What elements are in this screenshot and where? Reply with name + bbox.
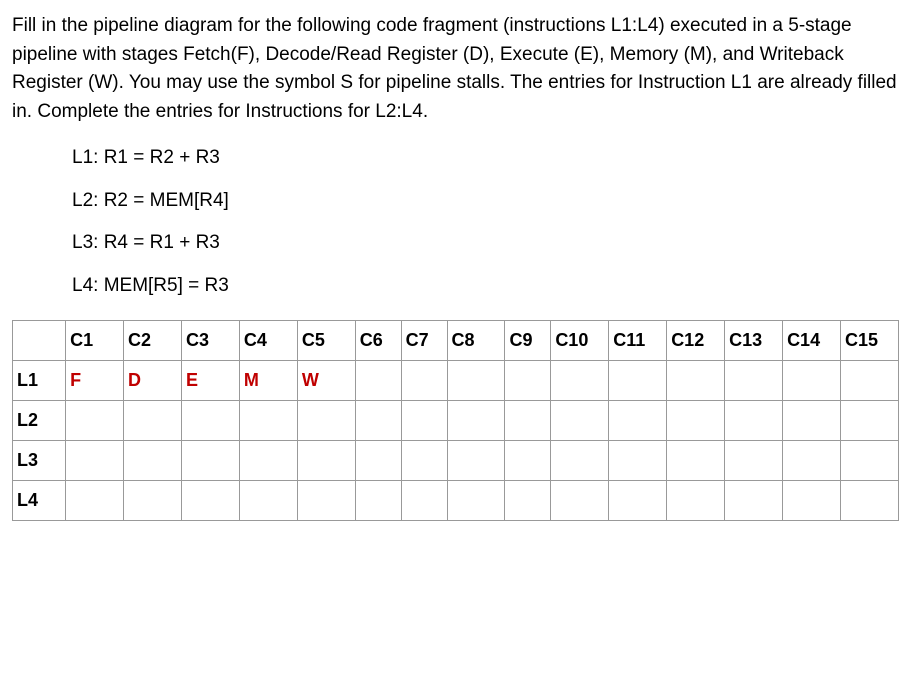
cell xyxy=(297,481,355,521)
cell xyxy=(124,441,182,481)
cell xyxy=(401,401,447,441)
cell xyxy=(841,401,899,441)
table-header-row: C1 C2 C3 C4 C5 C6 C7 C8 C9 C10 C11 C12 C… xyxy=(13,321,899,361)
cell xyxy=(66,401,124,441)
cell xyxy=(66,441,124,481)
cell xyxy=(667,481,725,521)
code-line-l3: L3: R4 = R1 + R3 xyxy=(72,229,899,258)
table-row: L2 xyxy=(13,401,899,441)
cell xyxy=(609,361,667,401)
col-header: C6 xyxy=(355,321,401,361)
cell xyxy=(609,401,667,441)
cell xyxy=(783,441,841,481)
col-header: C3 xyxy=(181,321,239,361)
cell xyxy=(401,481,447,521)
cell xyxy=(297,441,355,481)
cell xyxy=(124,401,182,441)
cell xyxy=(667,401,725,441)
col-header: C11 xyxy=(609,321,667,361)
cell xyxy=(355,401,401,441)
cell xyxy=(181,481,239,521)
cell xyxy=(783,361,841,401)
row-label: L1 xyxy=(13,361,66,401)
cell xyxy=(505,481,551,521)
col-header: C1 xyxy=(66,321,124,361)
col-header: C4 xyxy=(239,321,297,361)
col-header: C8 xyxy=(447,321,505,361)
col-header: C9 xyxy=(505,321,551,361)
cell xyxy=(783,401,841,441)
col-header: C14 xyxy=(783,321,841,361)
cell xyxy=(447,361,505,401)
cell xyxy=(447,401,505,441)
cell xyxy=(505,361,551,401)
code-line-l4: L4: MEM[R5] = R3 xyxy=(72,272,899,301)
cell xyxy=(505,401,551,441)
row-label: L3 xyxy=(13,441,66,481)
cell xyxy=(551,361,609,401)
cell xyxy=(609,441,667,481)
cell xyxy=(181,401,239,441)
cell xyxy=(841,441,899,481)
problem-intro: Fill in the pipeline diagram for the fol… xyxy=(12,12,899,126)
code-line-l1: L1: R1 = R2 + R3 xyxy=(72,144,899,173)
table-row: L1 F D E M W xyxy=(13,361,899,401)
table-row: L4 xyxy=(13,481,899,521)
cell xyxy=(447,481,505,521)
col-header: C10 xyxy=(551,321,609,361)
row-label: L4 xyxy=(13,481,66,521)
cell xyxy=(355,481,401,521)
code-block: L1: R1 = R2 + R3 L2: R2 = MEM[R4] L3: R4… xyxy=(72,144,899,300)
col-header: C15 xyxy=(841,321,899,361)
cell xyxy=(447,441,505,481)
cell xyxy=(841,361,899,401)
col-header: C7 xyxy=(401,321,447,361)
cell: E xyxy=(181,361,239,401)
col-header: C13 xyxy=(725,321,783,361)
cell: M xyxy=(239,361,297,401)
cell xyxy=(401,441,447,481)
pipeline-table: C1 C2 C3 C4 C5 C6 C7 C8 C9 C10 C11 C12 C… xyxy=(12,320,899,521)
cell xyxy=(725,401,783,441)
table-corner xyxy=(13,321,66,361)
cell: F xyxy=(66,361,124,401)
cell xyxy=(355,441,401,481)
code-line-l2: L2: R2 = MEM[R4] xyxy=(72,187,899,216)
cell xyxy=(239,401,297,441)
cell xyxy=(239,441,297,481)
cell xyxy=(551,481,609,521)
table-row: L3 xyxy=(13,441,899,481)
cell xyxy=(181,441,239,481)
cell xyxy=(551,441,609,481)
cell: W xyxy=(297,361,355,401)
row-label: L2 xyxy=(13,401,66,441)
cell xyxy=(66,481,124,521)
cell xyxy=(609,481,667,521)
cell xyxy=(401,361,447,401)
cell xyxy=(667,361,725,401)
cell xyxy=(297,401,355,441)
cell xyxy=(505,441,551,481)
col-header: C2 xyxy=(124,321,182,361)
col-header: C5 xyxy=(297,321,355,361)
cell xyxy=(551,401,609,441)
cell xyxy=(239,481,297,521)
cell xyxy=(124,481,182,521)
cell xyxy=(725,441,783,481)
cell xyxy=(725,361,783,401)
cell xyxy=(725,481,783,521)
cell xyxy=(841,481,899,521)
cell xyxy=(783,481,841,521)
cell: D xyxy=(124,361,182,401)
cell xyxy=(667,441,725,481)
cell xyxy=(355,361,401,401)
col-header: C12 xyxy=(667,321,725,361)
